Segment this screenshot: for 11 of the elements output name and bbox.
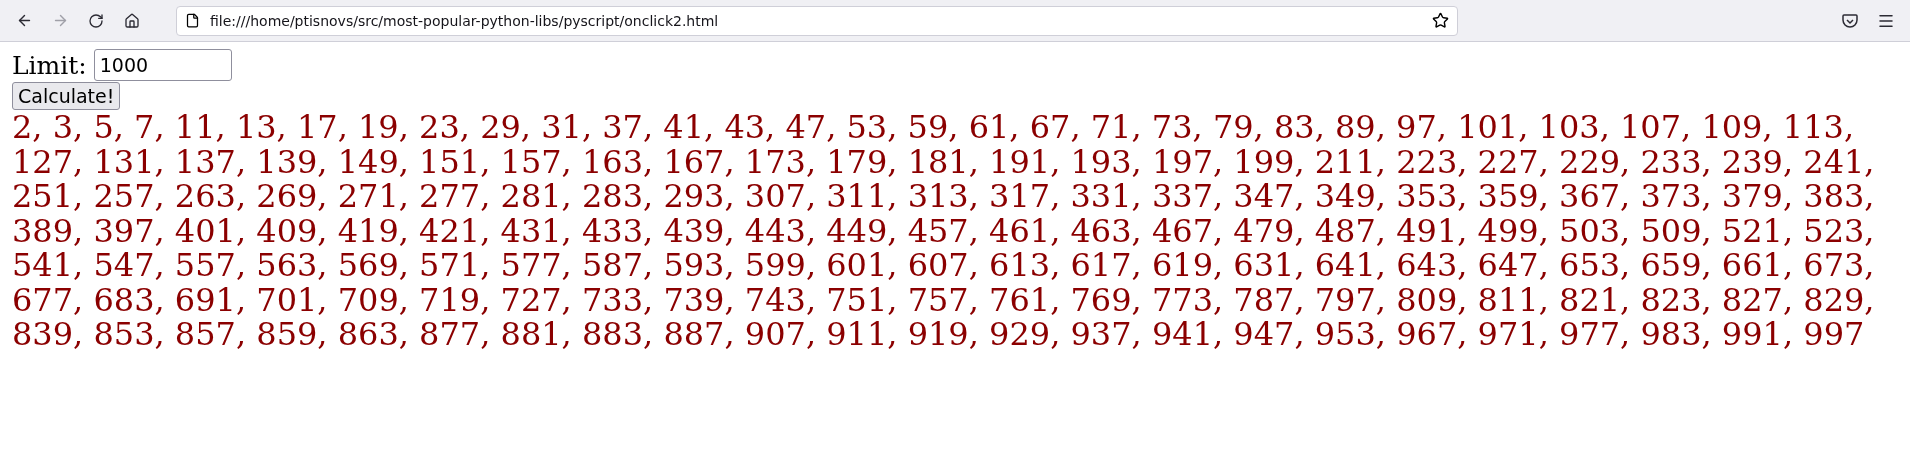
reload-icon [88,12,104,29]
home-icon [124,12,140,29]
limit-field[interactable]: 1000 [93,49,232,81]
calculate-button[interactable]: Calculate! [12,82,121,110]
address-bar[interactable]: file:///home/ptisnovs/src/most-popular-python-libs/pyscript/onclick2.html [176,5,1458,36]
pocket-icon [1841,11,1859,30]
limit-label: Limit: [12,50,87,80]
bookmark-star-icon[interactable] [1432,12,1449,29]
page-icon [185,13,200,28]
url-text: file:///home/ptisnovs/src/most-popular-python-libs/pyscript/onclick2.html [210,12,720,29]
primes-output: 2, 3, 5, 7, 11, 13, 17, 19, 23, 29, 31, 37, 41, 43, 47, 53, 59, 61, 67, 71, 73, 79, 83, 89, 97, 101, 103, 107, 109, 113, 127, 131, 137, 139, 149, 151, 157, 163, 167, 173, 179, 181, 191, 193, 197, 199, 211, 223, 227, 229, 233, 239, 241, 251, 257, 263, 269, 271, 277, 281, 283, 293, 307, 311, 313, 317, 331, 337, 347, 349, 353, 359, 367, 373, 379, 383, 389, 397, 401, 409, 419, 421, 431, 433, 439, 443, 449, 457, 461, 463, 467, 479, 487, 491, 499, 503, 509, 521, 523, 541, 547, 557, 563, 569, 571, 577, 587, 593, 599, 601, 607, 613, 617, 619, 631, 641, 643, 647, 653, 659, 661, 673, 677, 683, 691, 701, 709, 719, 727, 733, 739, 743, 751, 757, 761, 769, 773, 787, 797, 809, 811, 821, 823, 827, 829, 839, 853, 857, 859, 863, 877, 881, 883, 887, 907, 911, 919, 929, 937, 941, 947, 953, 967, 971, 977, 983, 991, 997 [12,110,1876,352]
